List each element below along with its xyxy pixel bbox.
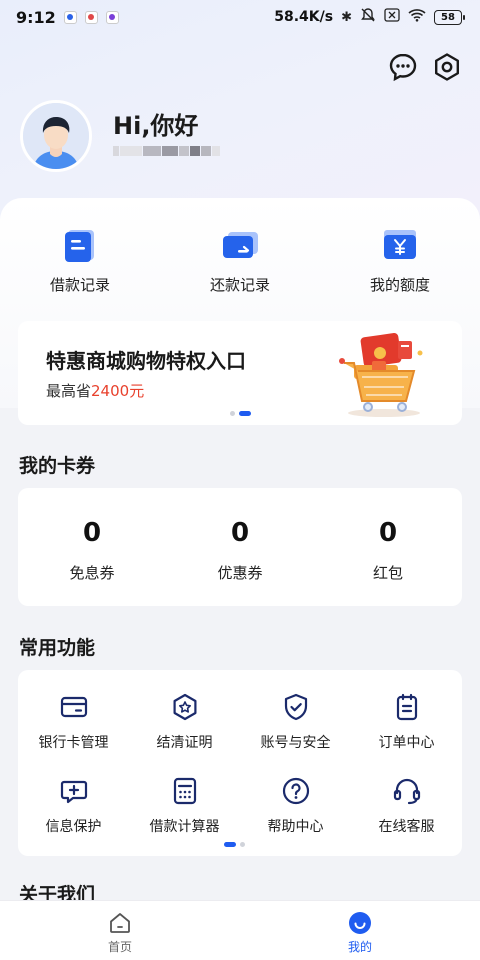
bottom-navigation: 首页 我的	[0, 900, 480, 960]
func-label: 订单中心	[378, 735, 435, 751]
func-label: 帮助中心	[267, 819, 324, 835]
func-label: 信息保护	[45, 819, 102, 835]
message-plus-icon	[60, 780, 87, 804]
battery-icon: 58	[434, 9, 465, 25]
quick-action-my-quota[interactable]: 我的额度	[320, 226, 480, 295]
banner-subtitle-amount: 2400元	[91, 382, 145, 400]
nav-label: 首页	[107, 940, 132, 954]
func-account-security[interactable]: 账号与安全	[240, 692, 351, 752]
coupons-section-title: 我的卡券	[19, 455, 96, 477]
document-icon	[65, 230, 94, 262]
pagination-dot[interactable]	[230, 411, 235, 416]
nav-tab-mine[interactable]: 我的	[240, 901, 480, 960]
bluetooth-icon: ✱	[341, 9, 352, 25]
coupon-label: 红包	[372, 564, 403, 582]
functions-section-title: 常用功能	[19, 637, 96, 659]
notification-app-icon	[63, 10, 77, 24]
nav-tab-home[interactable]: 首页	[0, 901, 240, 960]
promo-banner[interactable]: 特惠商城购物特权入口 最高省2400元	[18, 321, 462, 425]
headset-icon	[393, 778, 420, 805]
banner-subtitle-prefix: 最高省	[46, 382, 92, 400]
avatar[interactable]	[20, 100, 92, 172]
func-loan-calculator[interactable]: 借款计算器	[129, 776, 240, 836]
message-icon[interactable]	[388, 52, 418, 82]
func-help-center[interactable]: 帮助中心	[240, 776, 351, 836]
quick-action-loan-records[interactable]: 借款记录	[0, 226, 160, 295]
yen-wallet-icon	[384, 230, 416, 259]
func-info-protection[interactable]: 信息保护	[18, 776, 129, 836]
network-speed: 58.4K/s	[274, 9, 334, 25]
func-online-service[interactable]: 在线客服	[351, 776, 462, 836]
coupon-label: 优惠券	[217, 564, 263, 582]
card-icon	[223, 232, 258, 258]
pagination-dot-active[interactable]	[224, 842, 236, 847]
func-label: 账号与安全	[260, 735, 331, 751]
status-bar: 9:12 58.4K/s ✱ 58	[0, 0, 480, 34]
no-sim-icon	[384, 8, 400, 26]
quick-action-label: 借款记录	[49, 276, 110, 294]
mute-bell-icon	[360, 7, 376, 27]
greeting-title: Hi,你好	[113, 112, 199, 140]
shield-check-icon	[284, 693, 307, 721]
quick-action-repayment-records[interactable]: 还款记录	[160, 226, 320, 295]
notification-app-icon	[84, 10, 98, 24]
func-order-center[interactable]: 订单中心	[351, 692, 462, 752]
profile-smile-icon	[349, 912, 371, 934]
notification-app-icon	[105, 10, 119, 24]
settings-gear-icon[interactable]	[432, 52, 462, 82]
coupon-interest-free[interactable]: 0 免息券	[18, 488, 166, 606]
pagination-dot-active[interactable]	[239, 411, 251, 416]
nav-label: 我的	[347, 940, 372, 954]
banner-title: 特惠商城购物特权入口	[46, 349, 246, 373]
functions-card: 银行卡管理 结清证明 账号与安全 订单中心 信息保护 借款计算器 帮助中心 在线…	[18, 670, 462, 856]
coupon-count: 0	[230, 518, 250, 548]
coupon-red-packet[interactable]: 0 红包	[314, 488, 462, 606]
func-label: 借款计算器	[149, 819, 220, 835]
func-label: 银行卡管理	[38, 735, 109, 751]
coupon-count: 0	[378, 518, 398, 548]
certificate-badge-icon	[173, 693, 196, 721]
help-circle-icon	[282, 777, 309, 805]
banner-subtitle: 最高省2400元	[46, 380, 144, 401]
pagination-dot[interactable]	[240, 842, 245, 847]
coupon-count: 0	[82, 518, 102, 548]
func-label: 在线客服	[378, 819, 435, 835]
banner-pagination	[230, 411, 251, 416]
home-icon	[110, 913, 130, 933]
coupon-label: 免息券	[69, 564, 115, 582]
func-bank-card-management[interactable]: 银行卡管理	[18, 692, 129, 752]
wifi-icon	[408, 8, 426, 26]
shopping-cart-illustration	[339, 333, 423, 417]
quick-action-label: 我的额度	[369, 276, 430, 294]
masked-phone-number	[113, 146, 220, 156]
bank-card-icon	[60, 696, 87, 718]
coupons-card: 0 免息券 0 优惠券 0 红包	[18, 488, 462, 606]
func-label: 结清证明	[156, 735, 213, 751]
calculator-icon	[173, 777, 196, 805]
func-settlement-certificate[interactable]: 结清证明	[129, 692, 240, 752]
functions-pagination	[224, 842, 245, 847]
coupon-discount[interactable]: 0 优惠券	[166, 488, 314, 606]
status-time: 9:12	[16, 7, 56, 27]
quick-actions: 借款记录 还款记录 我的额度	[0, 226, 480, 295]
quick-action-label: 还款记录	[209, 276, 270, 294]
clipboard-icon	[396, 693, 417, 721]
